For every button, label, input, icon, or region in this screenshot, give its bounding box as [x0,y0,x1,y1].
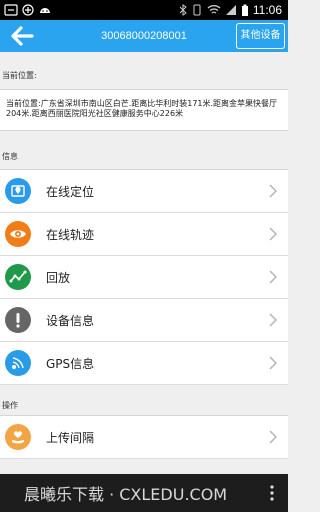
app-bar: 30068000208001 其他设备 [0,20,288,52]
row-gps-info[interactable]: GPS信息 [0,342,288,385]
chevron-right-icon [269,313,278,327]
operations-section: 上传间隔 [0,415,288,459]
bluetooth-icon [179,4,187,16]
clock: 11:06 [252,3,282,17]
chevron-right-icon [269,227,278,241]
operations-section-label: 操作 [2,401,18,410]
eye-icon [5,221,31,247]
map-pin-icon [5,178,31,204]
exclamation-icon [5,307,31,333]
row-label: 在线轨迹 [46,227,95,242]
watermark-text: 晨曦乐下载 · CXLEDU.COM [24,485,228,504]
row-label: 在线定位 [46,184,95,199]
satellite-icon [5,350,31,376]
row-device-info[interactable]: 设备信息 [0,299,288,342]
chevron-right-icon [269,356,278,370]
chevron-right-icon [269,184,278,198]
row-upload-interval[interactable]: 上传间隔 [0,416,288,459]
signal-icon [225,5,236,15]
current-location-label: 当前位置: [2,71,37,80]
row-online-track[interactable]: 在线轨迹 [0,213,288,256]
heart-hand-icon [5,424,31,450]
row-label: 上传间隔 [46,430,95,445]
current-location-text: 当前位置:广东省深圳市南山区白芒.距离比华利时装171米.距离金苹果快餐厅204… [0,89,288,131]
row-label: GPS信息 [46,356,95,371]
row-online-location[interactable]: 在线定位 [0,170,288,213]
trend-chart-icon [5,264,31,290]
chevron-right-icon [269,430,278,444]
row-label: 回放 [46,270,71,285]
add-circle-icon [22,4,34,16]
other-devices-button[interactable]: 其他设备 [236,23,285,49]
notification-icon [4,4,18,16]
chevron-right-icon [269,270,278,284]
row-playback[interactable]: 回放 [0,256,288,299]
wifi-icon [207,5,221,14]
info-section: 在线定位 在线轨迹 回放 设备信息 GPS信息 [0,169,288,385]
row-label: 设备信息 [46,313,95,328]
back-arrow-icon[interactable] [8,23,38,49]
overflow-menu-icon[interactable] [270,484,274,502]
info-section-label: 信息 [2,152,18,161]
status-bar: 11:06 [0,0,288,20]
battery-icon [241,4,248,16]
android-icon [40,8,50,13]
vibrate-icon [193,4,201,16]
device-id-title: 30068000208001 [101,30,187,42]
watermark-overlay: 晨曦乐下载 · CXLEDU.COM [0,474,288,512]
